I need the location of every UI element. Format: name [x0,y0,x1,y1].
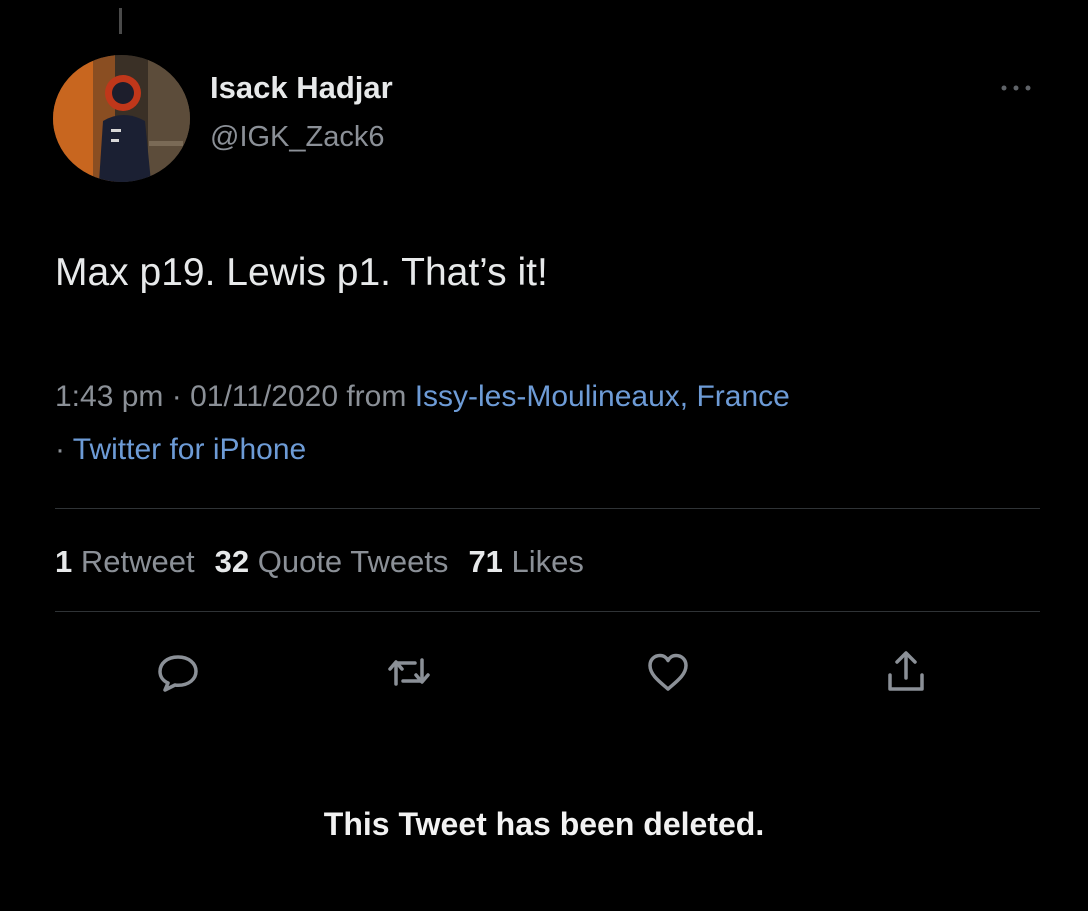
quote-tweets-stat[interactable]: 32 Quote Tweets [215,544,449,579]
divider [55,508,1040,509]
share-icon [888,651,924,691]
author-handle[interactable]: @IGK_Zack6 [210,121,385,154]
deleted-notice: This Tweet has been deleted. [323,806,765,842]
divider [55,611,1040,612]
retweet-icon [388,658,430,686]
quote-tweets-count: 32 [214,544,250,579]
reply-icon [158,655,198,692]
heart-icon [648,653,688,691]
likes-label: Likes [511,544,584,579]
tweet-time[interactable]: 1:43 pm [55,380,163,413]
from-label: from [346,380,407,413]
thread-connector-line [119,8,122,34]
author-display-name[interactable]: Isack Hadjar [210,70,393,106]
retweets-label: Retweet [80,544,195,579]
likes-count: 71 [468,544,503,579]
reply-button[interactable] [154,648,202,696]
tweet-text: Max p19. Lewis p1. That’s it! [55,251,548,294]
engagement-stats: 1 Retweet 32 Quote Tweets 71 Likes [55,544,584,580]
tweet-source-line: · Twitter for iPhone [55,433,307,466]
avatar-image [53,55,190,182]
avatar[interactable] [53,55,190,182]
tweet-meta: 1:43 pm · 01/11/2020 from Issy-les-Mouli… [55,380,790,413]
retweet-button[interactable] [385,648,433,696]
tweet-source-link[interactable]: Twitter for iPhone [73,433,306,466]
retweets-count: 1 [55,544,73,579]
retweets-stat[interactable]: 1 Retweet [55,544,195,579]
likes-stat[interactable]: 71 Likes [468,544,583,579]
like-button[interactable] [644,648,692,696]
quote-tweets-label: Quote Tweets [257,544,449,579]
share-button[interactable] [882,648,930,696]
more-options-icon[interactable] [996,78,1036,98]
tweet-location-link[interactable]: Issy-les-Moulineaux, France [415,380,790,413]
tweet-date[interactable]: 01/11/2020 [190,380,338,413]
